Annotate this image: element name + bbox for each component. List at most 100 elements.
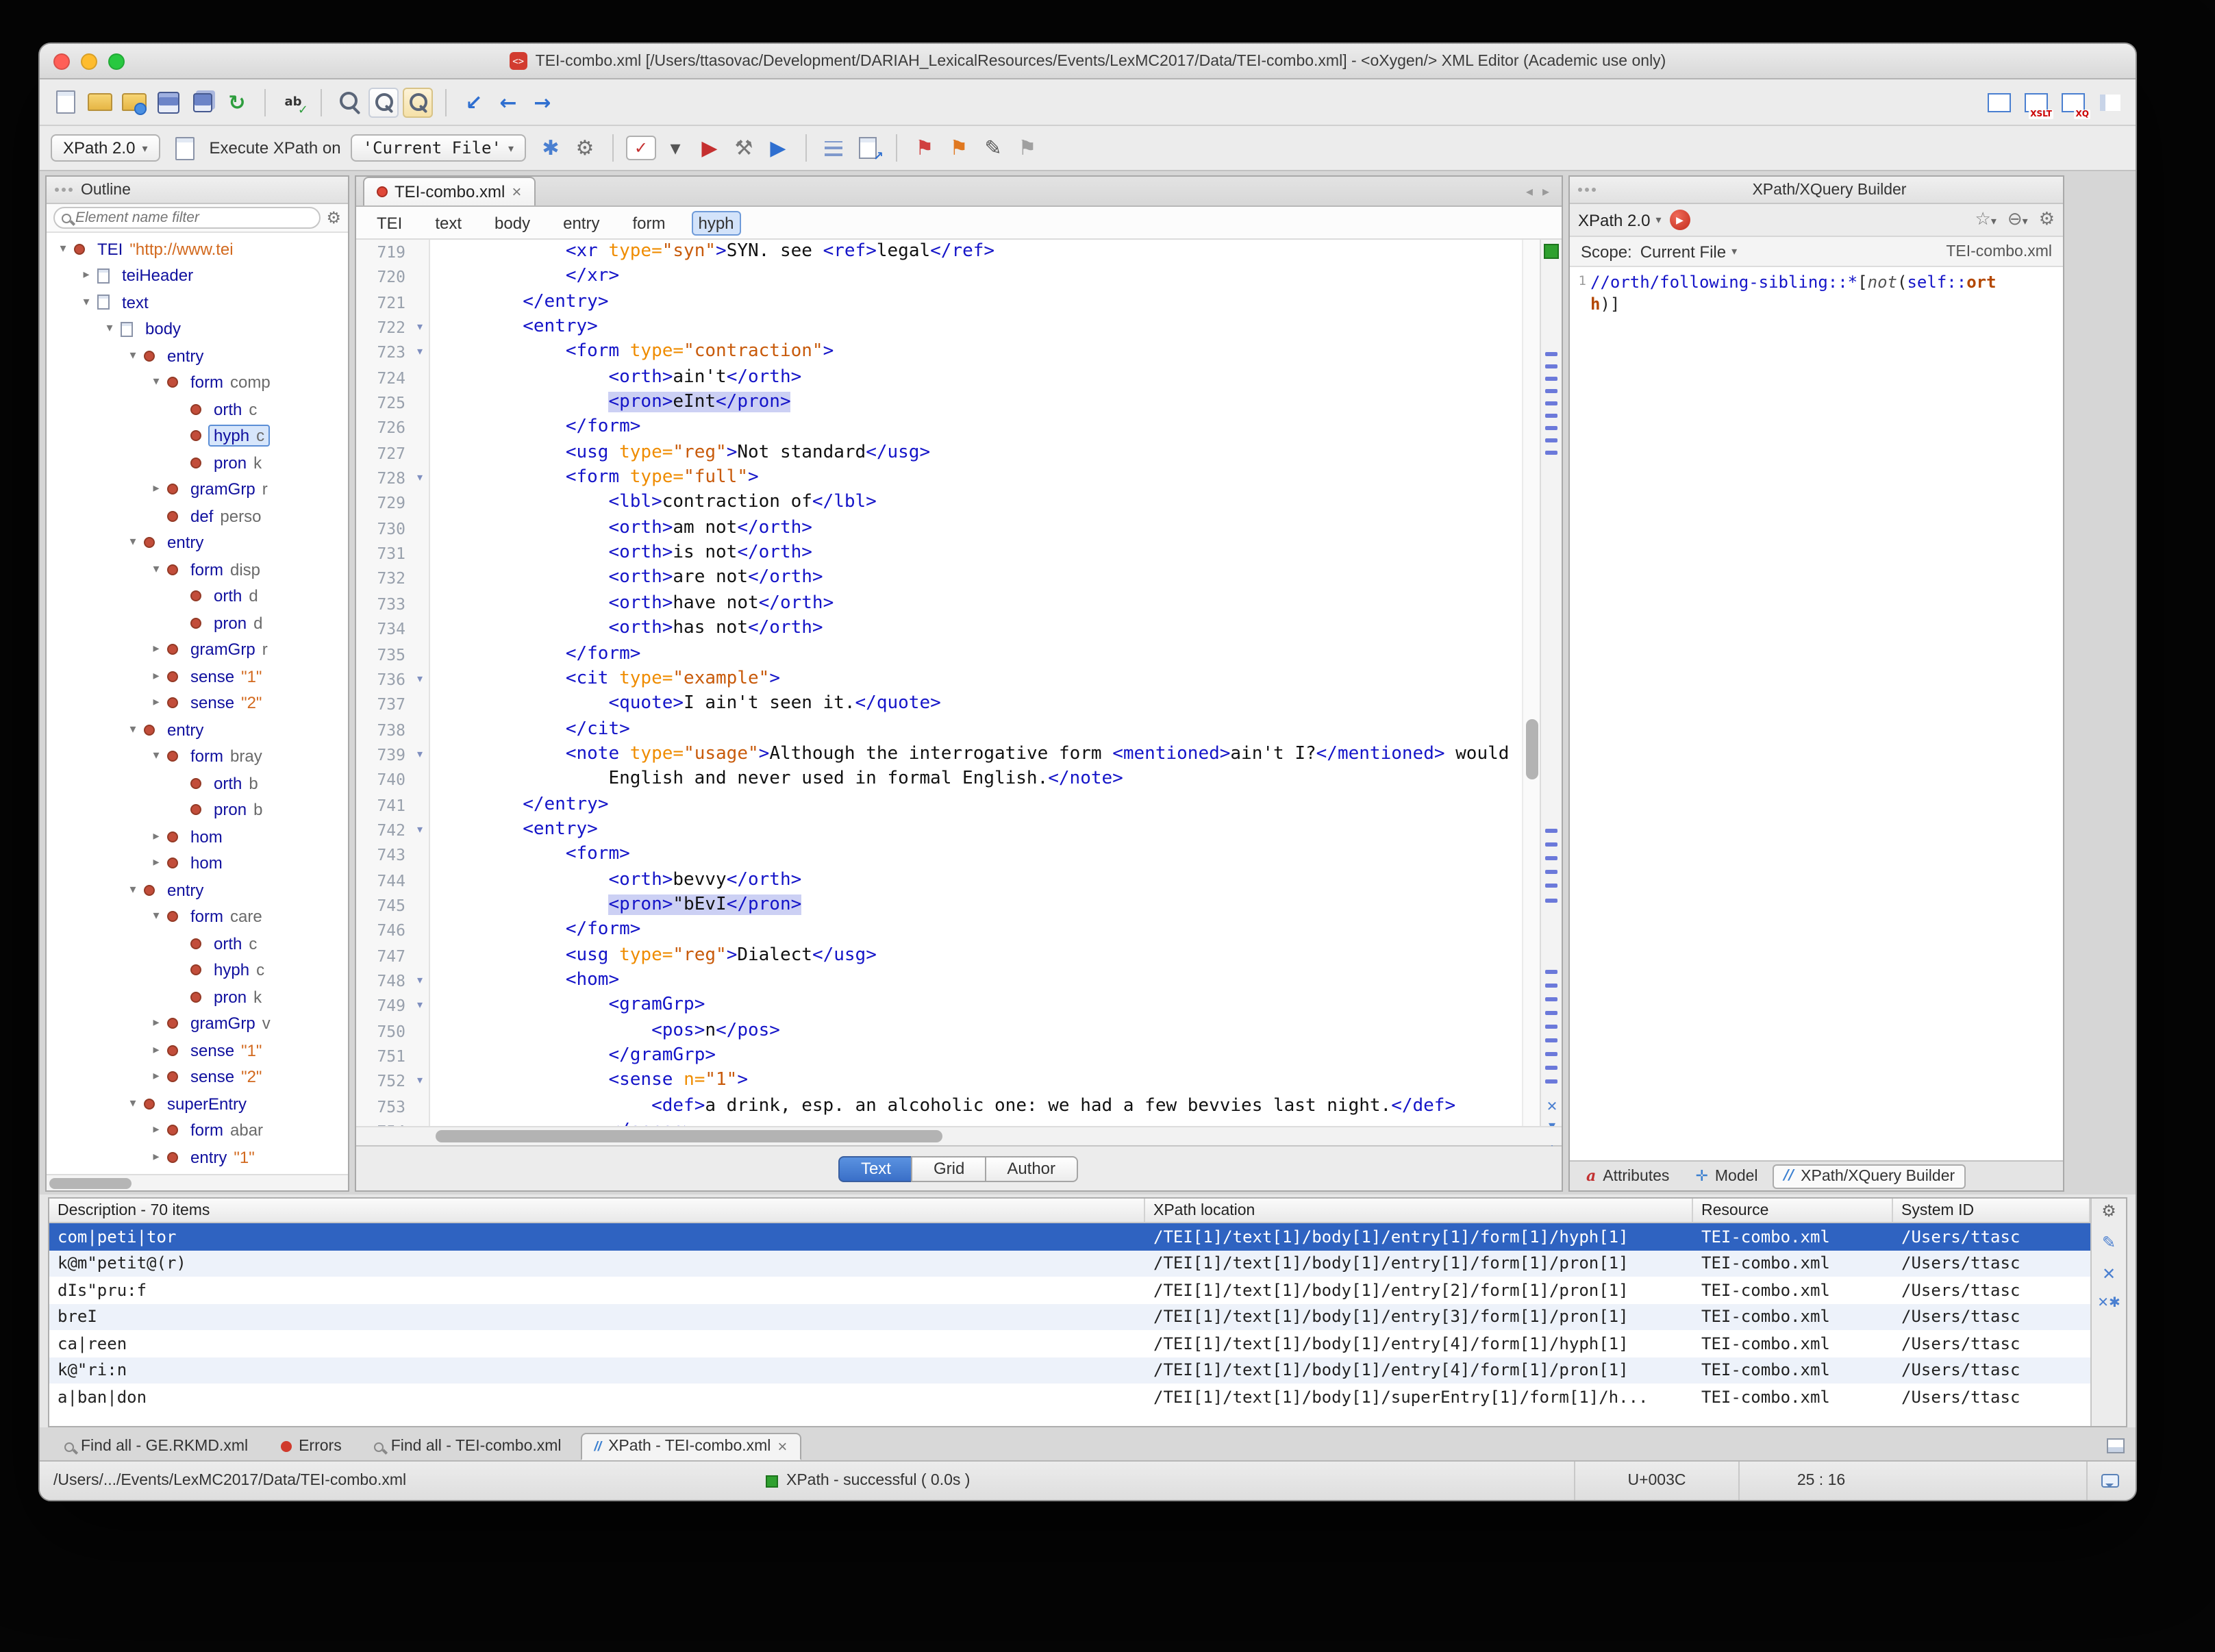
code-line[interactable]: 748▾ <hom> — [356, 968, 1521, 994]
favorites-star-icon[interactable]: ☆▾ — [1975, 210, 1997, 230]
code-line[interactable]: 745 <pron>"bEvI</pron> — [356, 893, 1521, 918]
outline-item[interactable]: ▸sense"1" — [47, 663, 348, 690]
fold-toggle-icon[interactable]: ▾ — [411, 968, 430, 994]
code-line[interactable]: 722▾ <entry> — [356, 315, 1521, 340]
outline-item[interactable]: orthd — [47, 583, 348, 610]
expand-arrow-icon[interactable]: ▾ — [78, 296, 95, 310]
code-line[interactable]: 738 </cit> — [356, 717, 1521, 742]
code-line[interactable]: 725 <pron>eInt</pron> — [356, 390, 1521, 416]
minimize-button[interactable] — [81, 53, 97, 69]
code-line[interactable]: 731 <orth>is not</orth> — [356, 541, 1521, 566]
search-result-mark[interactable] — [1545, 451, 1557, 455]
forward-icon[interactable]: → — [527, 87, 558, 117]
expression-line[interactable]: h)] — [1570, 293, 2063, 315]
builder-tab-model[interactable]: ✛Model — [1684, 1163, 1768, 1189]
breadcrumb-item-body[interactable]: body — [488, 210, 537, 235]
builder-tab-xpath[interactable]: //XPath/XQuery Builder — [1773, 1164, 1966, 1188]
expand-arrow-icon[interactable]: ▾ — [125, 723, 141, 737]
search-result-mark[interactable] — [1545, 1038, 1557, 1042]
outline-item[interactable]: ▸hom — [47, 850, 348, 877]
outline-item[interactable]: pronk — [47, 984, 348, 1010]
new-file-icon[interactable] — [51, 87, 81, 117]
save-icon[interactable] — [153, 87, 184, 117]
apply-transformation-icon[interactable]: ▶ — [694, 133, 725, 163]
view-tab-xpath-tei-combo-xml[interactable]: //XPath - TEI-combo.xml× — [581, 1433, 801, 1460]
search-result-mark[interactable] — [1545, 997, 1557, 1001]
code-line[interactable]: 732 <orth>are not</orth> — [356, 566, 1521, 592]
outline-item[interactable]: ▸sense"1" — [47, 1037, 348, 1064]
expand-arrow-icon[interactable]: ▾ — [101, 323, 118, 336]
outline-item[interactable]: hyphc — [47, 423, 348, 449]
results-table-header[interactable]: Description - 70 items XPath location Re… — [49, 1199, 2090, 1223]
outline-item[interactable]: pronb — [47, 797, 348, 823]
code-line[interactable]: 740 English and never used in formal Eng… — [356, 767, 1521, 792]
search-result-mark[interactable] — [1545, 1025, 1557, 1029]
code-line[interactable]: 737 <quote>I ain't seen it.</quote> — [356, 692, 1521, 717]
code-line[interactable]: 723▾ <form type="contraction"> — [356, 340, 1521, 366]
xquery-debugger-icon[interactable]: XQ — [2057, 87, 2088, 117]
outline-item[interactable]: ▸sense"2" — [47, 690, 348, 716]
expand-arrow-icon[interactable]: ▸ — [78, 269, 95, 283]
expand-arrow-icon[interactable]: ▸ — [148, 1124, 164, 1138]
search-result-mark[interactable] — [1545, 1066, 1557, 1070]
outline-item[interactable]: ▾formcomp — [47, 369, 348, 396]
titlebar[interactable]: <> TEI-combo.xml [/Users/ttasovac/Develo… — [40, 44, 2136, 79]
expand-arrow-icon[interactable]: ▸ — [148, 1017, 164, 1031]
pin-disabled-icon[interactable]: ⚑ — [1012, 133, 1042, 163]
expand-arrow-icon[interactable]: ▾ — [55, 242, 71, 256]
code-line[interactable]: 749▾ <gramGrp> — [356, 994, 1521, 1019]
change-layout-icon[interactable] — [2094, 87, 2125, 117]
zoom-button[interactable] — [108, 53, 125, 69]
expand-arrow-icon[interactable]: ▸ — [148, 1151, 164, 1164]
outline-item[interactable]: defperso — [47, 503, 348, 529]
close-tab-icon[interactable]: × — [512, 184, 521, 200]
fold-toggle-icon[interactable]: ▾ — [411, 667, 430, 692]
code-line[interactable]: 729 <lbl>contraction of</lbl> — [356, 491, 1521, 516]
result-row[interactable]: k@"ri:n/TEI[1]/text[1]/body[1]/entry[4]/… — [49, 1357, 2090, 1384]
code-line[interactable]: 721 </entry> — [356, 290, 1521, 315]
next-editor-icon[interactable]: ▸ — [1542, 185, 1549, 200]
outline-item[interactable]: ▾formcare — [47, 903, 348, 930]
code-line[interactable]: 726 </form> — [356, 416, 1521, 441]
go-to-last-edit-icon[interactable]: ↙ — [459, 87, 489, 117]
validate-icon[interactable] — [626, 136, 656, 160]
fold-toggle-icon[interactable]: ▾ — [411, 466, 430, 491]
breadcrumb-item-entry[interactable]: entry — [556, 210, 606, 235]
outline-item[interactable]: ▾entry — [47, 342, 348, 369]
code-line[interactable]: 739▾ <note type="usage">Although the int… — [356, 742, 1521, 768]
expand-arrow-icon[interactable]: ▸ — [148, 697, 164, 710]
search-result-mark[interactable] — [1545, 438, 1557, 442]
search-result-mark[interactable] — [1545, 1052, 1557, 1056]
panel-drag-handle[interactable] — [55, 188, 73, 192]
fold-toggle-icon[interactable]: ▾ — [411, 818, 430, 843]
code-line[interactable]: 733 <orth>have not</orth> — [356, 592, 1521, 617]
configure-transformation-icon[interactable]: ⚒ — [729, 133, 759, 163]
code-line[interactable]: 743 <form> — [356, 843, 1521, 868]
search-result-mark[interactable] — [1545, 1079, 1557, 1084]
notifications-icon[interactable] — [2086, 1462, 2133, 1500]
find-in-document-icon[interactable] — [368, 87, 399, 117]
column-header-description[interactable]: Description - 70 items — [49, 1199, 1145, 1222]
history-icon[interactable]: ⊖▾ — [2007, 210, 2028, 230]
outline-item[interactable]: pronk — [47, 449, 348, 476]
scrollbar-thumb[interactable] — [49, 1178, 132, 1189]
clear-all-results-icon[interactable]: ✕✱ — [2097, 1296, 2120, 1311]
code-line[interactable]: 746 </form> — [356, 918, 1521, 944]
close-tab-icon[interactable]: × — [777, 1438, 787, 1455]
save-all-icon[interactable] — [188, 87, 218, 117]
result-row[interactable]: ca|reen/TEI[1]/text[1]/body[1]/entry[4]/… — [49, 1330, 2090, 1357]
code-line[interactable]: 728▾ <form type="full"> — [356, 466, 1521, 491]
outline-item[interactable]: orthb — [47, 770, 348, 797]
code-line[interactable]: 724 <orth>ain't</orth> — [356, 365, 1521, 390]
expand-arrow-icon[interactable]: ▸ — [148, 830, 164, 844]
search-result-mark[interactable] — [1545, 377, 1557, 381]
outline-item[interactable]: ▾entry — [47, 716, 348, 743]
breadcrumb-item-hyph[interactable]: hyph — [691, 210, 740, 235]
outline-item[interactable]: ▾formdisp — [47, 556, 348, 583]
expand-arrow-icon[interactable]: ▾ — [148, 910, 164, 924]
xpath-expression-editor[interactable]: 1//orth/following-sibling::*[not(self::o… — [1570, 267, 2063, 1160]
search-result-mark[interactable] — [1545, 842, 1557, 847]
search-result-mark[interactable] — [1545, 829, 1557, 833]
edit-results-icon[interactable]: ✎ — [2102, 1233, 2116, 1252]
expand-arrow-icon[interactable]: ▾ — [125, 536, 141, 550]
